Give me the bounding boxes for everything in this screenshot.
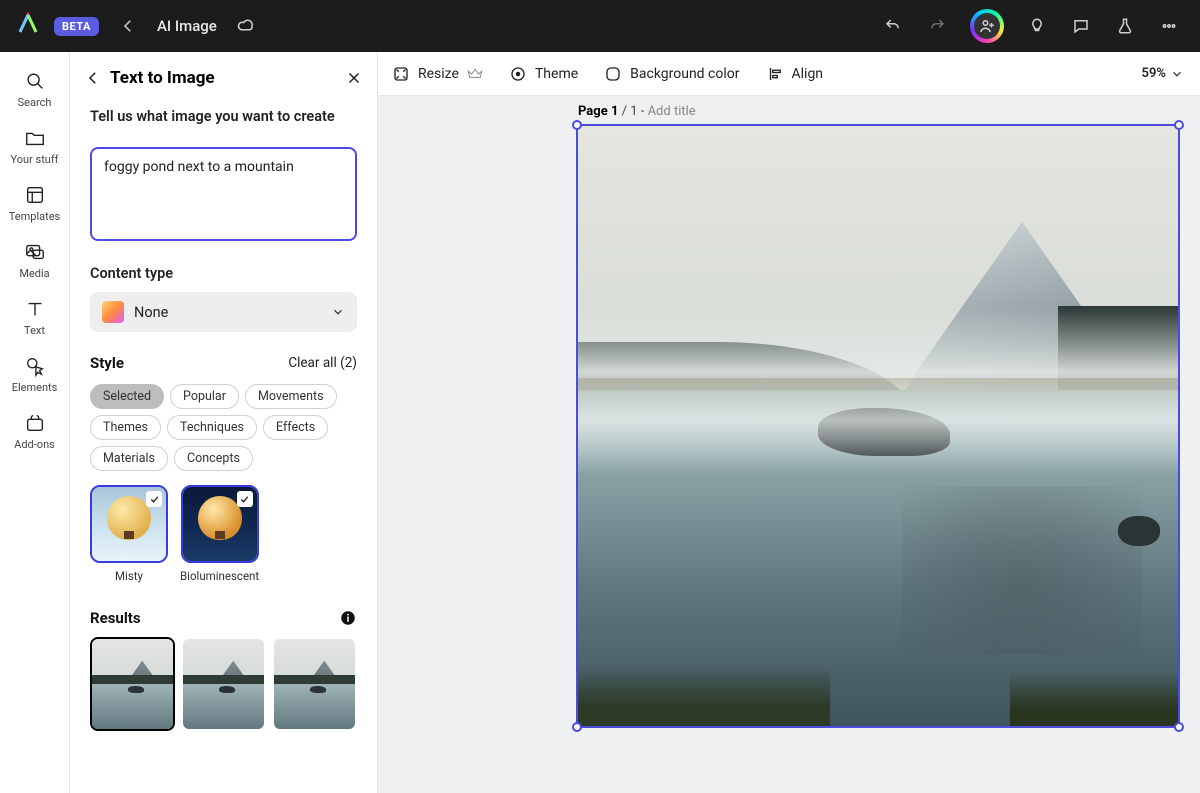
bgcolor-label: Background color [630, 66, 739, 82]
premium-crown-icon [467, 66, 483, 82]
rail-elements[interactable]: Elements [0, 355, 69, 394]
resize-button[interactable]: Resize [392, 65, 483, 83]
rail-addons[interactable]: Add-ons [0, 412, 69, 451]
add-title-placeholder[interactable]: Add title [648, 104, 696, 119]
check-icon [146, 491, 162, 507]
chevron-down-icon [1170, 67, 1184, 81]
chip-movements[interactable]: Movements [245, 384, 337, 409]
canvas-area[interactable]: Page 1 / 1 - Add title [378, 96, 1200, 793]
cloud-sync-icon[interactable] [231, 11, 261, 41]
comments-button[interactable] [1066, 11, 1096, 41]
rail-your-stuff-label: Your stuff [10, 153, 58, 166]
back-button[interactable] [113, 11, 143, 41]
style-chip-group: Selected Popular Movements Themes Techni… [90, 384, 357, 471]
selected-artboard[interactable] [578, 126, 1178, 726]
prompt-label: Tell us what image you want to create [90, 108, 357, 125]
left-rail: Search Your stuff Templates Media Text E… [0, 52, 70, 793]
info-icon[interactable] [339, 609, 357, 627]
rail-search-label: Search [18, 96, 52, 109]
resize-handle-bl[interactable] [572, 722, 582, 732]
theme-button[interactable]: Theme [509, 65, 578, 83]
resize-label: Resize [418, 66, 459, 82]
clear-all-link[interactable]: Clear all (2) [288, 355, 357, 371]
canvas-pane: Resize Theme Background color Align [378, 52, 1200, 793]
redo-button[interactable] [922, 11, 952, 41]
rail-media[interactable]: Media [0, 241, 69, 280]
chip-effects[interactable]: Effects [263, 415, 328, 440]
align-label: Align [792, 66, 824, 82]
chip-techniques[interactable]: Techniques [167, 415, 257, 440]
rail-search[interactable]: Search [0, 70, 69, 109]
page-sep: / 1 - [618, 104, 647, 119]
results-label: Results [90, 609, 141, 627]
app-logo[interactable] [16, 12, 40, 40]
add-user-icon [978, 17, 996, 35]
style-bioluminescent[interactable]: Bioluminescent [180, 485, 259, 583]
top-bar: BETA AI Image [0, 0, 1200, 52]
rail-templates[interactable]: Templates [0, 184, 69, 223]
style-label: Style [90, 354, 124, 372]
labs-button[interactable] [1110, 11, 1140, 41]
rail-media-label: Media [19, 267, 49, 280]
chevron-down-icon [331, 305, 345, 319]
rail-templates-label: Templates [9, 210, 60, 223]
panel-back-icon[interactable] [84, 69, 102, 87]
chip-concepts[interactable]: Concepts [174, 446, 253, 471]
page-label[interactable]: Page 1 / 1 - Add title [578, 104, 696, 119]
chip-materials[interactable]: Materials [90, 446, 168, 471]
content-type-label: Content type [90, 265, 357, 282]
panel-close-icon[interactable] [345, 69, 363, 87]
rail-elements-label: Elements [12, 381, 58, 394]
style-misty[interactable]: Misty [90, 485, 168, 583]
breadcrumb-ai-image: AI Image [157, 17, 217, 35]
resize-handle-tl[interactable] [572, 120, 582, 130]
page-number: Page 1 [578, 104, 618, 119]
more-menu-button[interactable] [1154, 11, 1184, 41]
theme-label: Theme [535, 66, 578, 82]
resize-handle-br[interactable] [1174, 722, 1184, 732]
canvas-toolbar: Resize Theme Background color Align [378, 52, 1200, 96]
zoom-value: 59% [1142, 66, 1166, 81]
content-type-icon [102, 301, 124, 323]
chip-themes[interactable]: Themes [90, 415, 161, 440]
style-misty-label: Misty [115, 569, 143, 583]
content-type-select[interactable]: None [90, 292, 357, 332]
rail-text-label: Text [24, 324, 45, 337]
rail-addons-label: Add-ons [14, 438, 55, 451]
rail-text[interactable]: Text [0, 298, 69, 337]
result-thumb-3[interactable] [272, 637, 357, 731]
ideas-button[interactable] [1022, 11, 1052, 41]
chip-selected[interactable]: Selected [90, 384, 164, 409]
text-to-image-panel: Text to Image Tell us what image you wan… [70, 52, 378, 793]
panel-title: Text to Image [110, 68, 337, 88]
zoom-control[interactable]: 59% [1142, 66, 1186, 81]
chip-popular[interactable]: Popular [170, 384, 239, 409]
resize-handle-tr[interactable] [1174, 120, 1184, 130]
bgcolor-button[interactable]: Background color [604, 65, 739, 83]
style-biolum-label: Bioluminescent [180, 569, 259, 583]
generated-image [578, 126, 1178, 726]
align-button[interactable]: Align [766, 65, 824, 83]
check-icon [237, 491, 253, 507]
prompt-input[interactable] [90, 147, 357, 241]
result-thumb-2[interactable] [181, 637, 266, 731]
content-type-value: None [134, 304, 321, 321]
rail-your-stuff[interactable]: Your stuff [0, 127, 69, 166]
undo-button[interactable] [878, 11, 908, 41]
beta-badge: BETA [54, 17, 99, 36]
invite-avatar[interactable] [970, 9, 1004, 43]
result-thumb-1[interactable] [90, 637, 175, 731]
